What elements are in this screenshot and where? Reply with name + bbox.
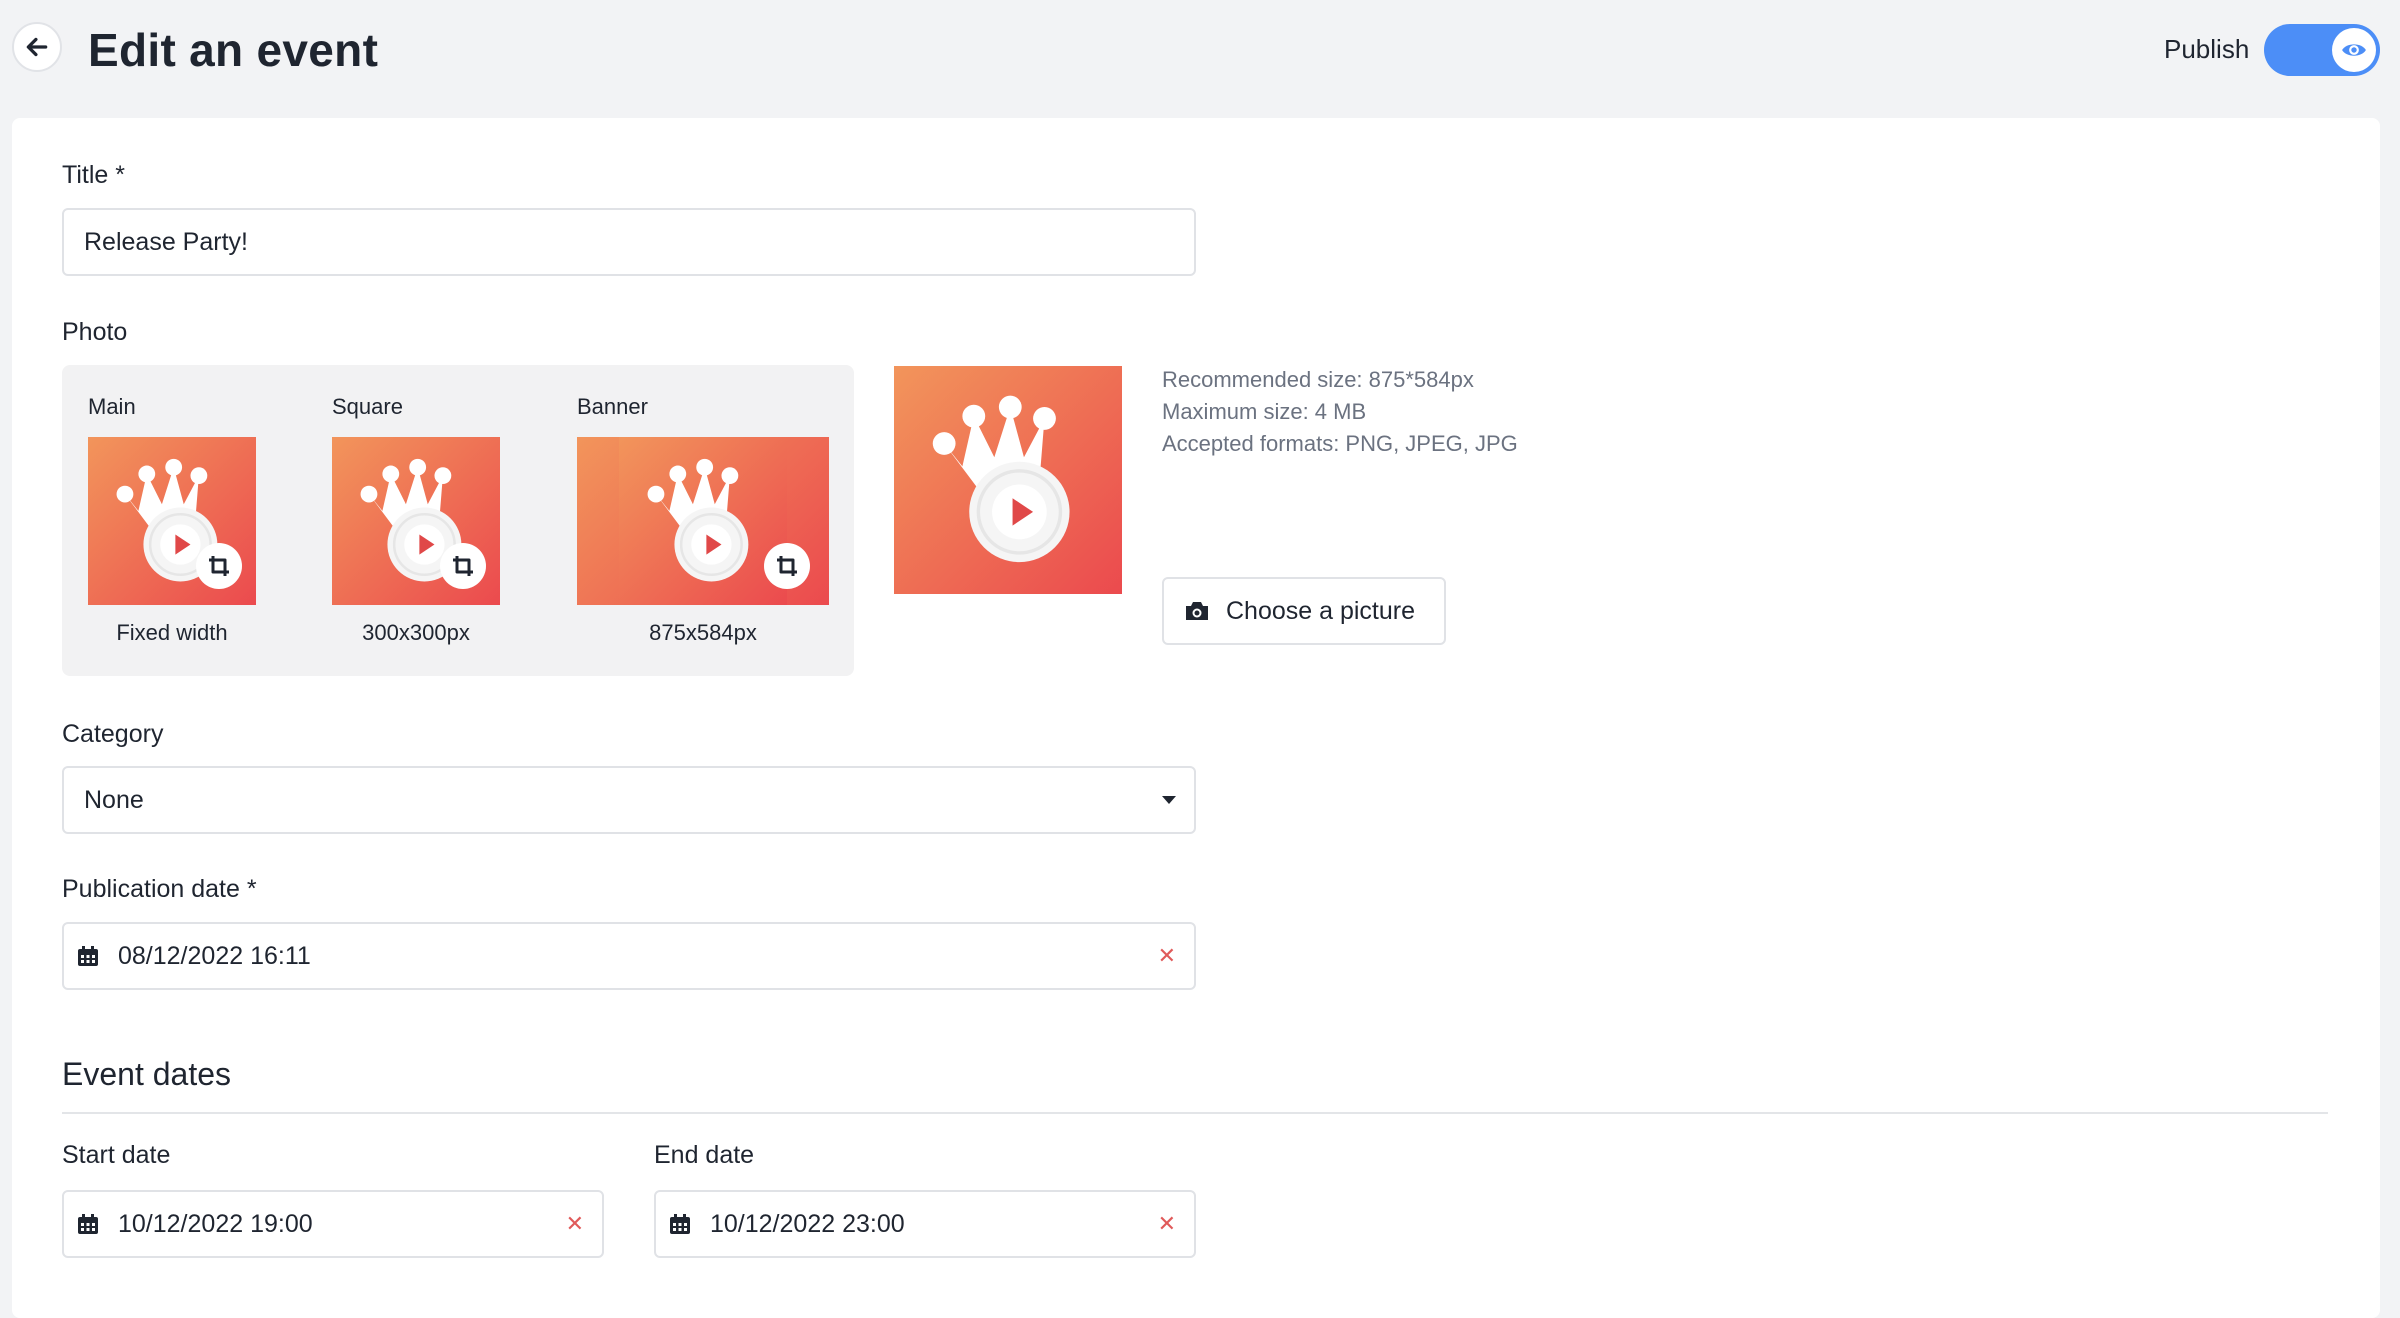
clear-icon[interactable]: ✕ [1158, 1211, 1176, 1237]
variant-square-label: Square [332, 394, 403, 419]
photo-max-size: Maximum size: 4 MB [1162, 399, 1367, 424]
camera-icon [1186, 602, 1208, 620]
logo-image [894, 366, 1122, 594]
back-button[interactable] [12, 22, 62, 72]
title-label: Title * [62, 161, 125, 189]
category-select[interactable]: None [62, 766, 1196, 834]
crop-icon[interactable] [440, 543, 486, 589]
title-input[interactable]: Release Party! [62, 208, 1196, 276]
toggle-knob [2332, 28, 2376, 72]
clear-icon[interactable]: ✕ [566, 1211, 584, 1237]
variant-banner-caption: 875x584px [649, 620, 757, 645]
publish-label: Publish [2164, 34, 2250, 64]
publish-toggle[interactable] [2264, 24, 2380, 76]
crop-icon[interactable] [196, 543, 242, 589]
caret-down-icon [1162, 796, 1176, 804]
variant-banner-label: Banner [577, 394, 648, 419]
start-date-input[interactable]: 10/12/2022 19:00 ✕ [62, 1190, 604, 1258]
page-title: Edit an event [88, 24, 379, 76]
form-card [12, 118, 2380, 1318]
event-dates-heading: Event dates [62, 1056, 231, 1092]
start-date-value: 10/12/2022 19:00 [118, 1209, 313, 1238]
calendar-icon [76, 944, 100, 968]
category-value: None [84, 785, 144, 814]
category-label: Category [62, 720, 164, 748]
eye-icon [2342, 44, 2366, 56]
photo-recommended-size: Recommended size: 875*584px [1162, 367, 1474, 392]
photo-preview [894, 366, 1122, 594]
variant-banner-thumbnail[interactable] [577, 437, 829, 605]
photo-accepted-formats: Accepted formats: PNG, JPEG, JPG [1162, 431, 1518, 456]
choose-picture-button[interactable]: Choose a picture [1162, 577, 1446, 645]
end-date-value: 10/12/2022 23:00 [710, 1209, 905, 1238]
arrow-left-icon [26, 37, 48, 57]
crop-icon[interactable] [764, 543, 810, 589]
title-value: Release Party! [84, 227, 248, 256]
variant-square-thumbnail[interactable] [332, 437, 500, 605]
publication-date-input[interactable]: 08/12/2022 16:11 ✕ [62, 922, 1196, 990]
publication-date-value: 08/12/2022 16:11 [118, 941, 311, 970]
photo-label: Photo [62, 318, 128, 346]
start-date-label: Start date [62, 1141, 171, 1169]
section-divider [62, 1112, 2328, 1114]
end-date-input[interactable]: 10/12/2022 23:00 ✕ [654, 1190, 1196, 1258]
variant-square-caption: 300x300px [362, 620, 470, 645]
variant-main-label: Main [88, 394, 136, 419]
calendar-icon [76, 1212, 100, 1236]
end-date-label: End date [654, 1141, 755, 1169]
calendar-icon [668, 1212, 692, 1236]
choose-picture-label: Choose a picture [1226, 596, 1416, 625]
clear-icon[interactable]: ✕ [1158, 943, 1176, 969]
variant-main-thumbnail[interactable] [88, 437, 256, 605]
variant-main-caption: Fixed width [116, 620, 228, 645]
publication-date-label: Publication date * [62, 875, 257, 903]
